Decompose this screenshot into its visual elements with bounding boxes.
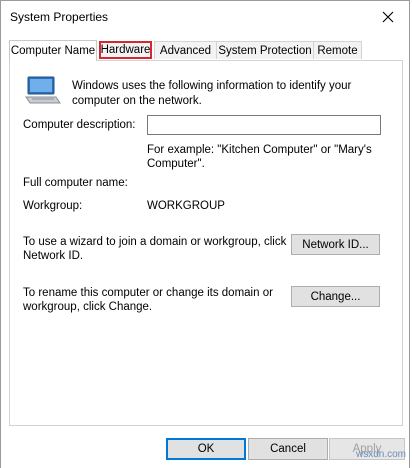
close-icon [382, 11, 394, 23]
tab-remote[interactable]: Remote [313, 41, 362, 59]
watermark-text: wsxdn.com [355, 449, 406, 460]
network-id-button[interactable]: Network ID... [291, 234, 380, 255]
cancel-button[interactable]: Cancel [248, 438, 328, 460]
system-properties-window: System Properties Computer Name Hardware… [0, 0, 410, 468]
workgroup-value: WORKGROUP [147, 200, 225, 212]
tab-computer-name[interactable]: Computer Name [9, 40, 97, 61]
tab-strip: Computer Name Hardware Advanced System P… [9, 40, 403, 61]
window-title: System Properties [10, 10, 109, 24]
tab-hardware[interactable]: Hardware [99, 41, 152, 59]
computer-description-input[interactable] [147, 115, 381, 135]
computer-icon [25, 76, 61, 104]
computer-name-panel: Windows uses the following information t… [9, 60, 403, 426]
title-bar[interactable]: System Properties [1, 1, 409, 33]
computer-description-label: Computer description: [23, 119, 136, 131]
full-computer-name-label: Full computer name: [23, 177, 128, 189]
workgroup-label: Workgroup: [23, 200, 83, 212]
tab-advanced[interactable]: Advanced [154, 41, 217, 59]
close-button[interactable] [373, 4, 403, 30]
description-example-text: For example: "Kitchen Computer" or "Mary… [147, 144, 372, 170]
dialog-footer: OK Cancel Apply [1, 426, 409, 468]
network-id-instruction: To use a wizard to join a domain or work… [23, 236, 287, 262]
ok-button[interactable]: OK [166, 438, 246, 460]
tab-system-protection[interactable]: System Protection [216, 41, 314, 59]
rename-instruction: To rename this computer or change its do… [23, 287, 273, 313]
change-button[interactable]: Change... [291, 286, 380, 307]
identification-info-text: Windows uses the following information t… [72, 80, 352, 107]
